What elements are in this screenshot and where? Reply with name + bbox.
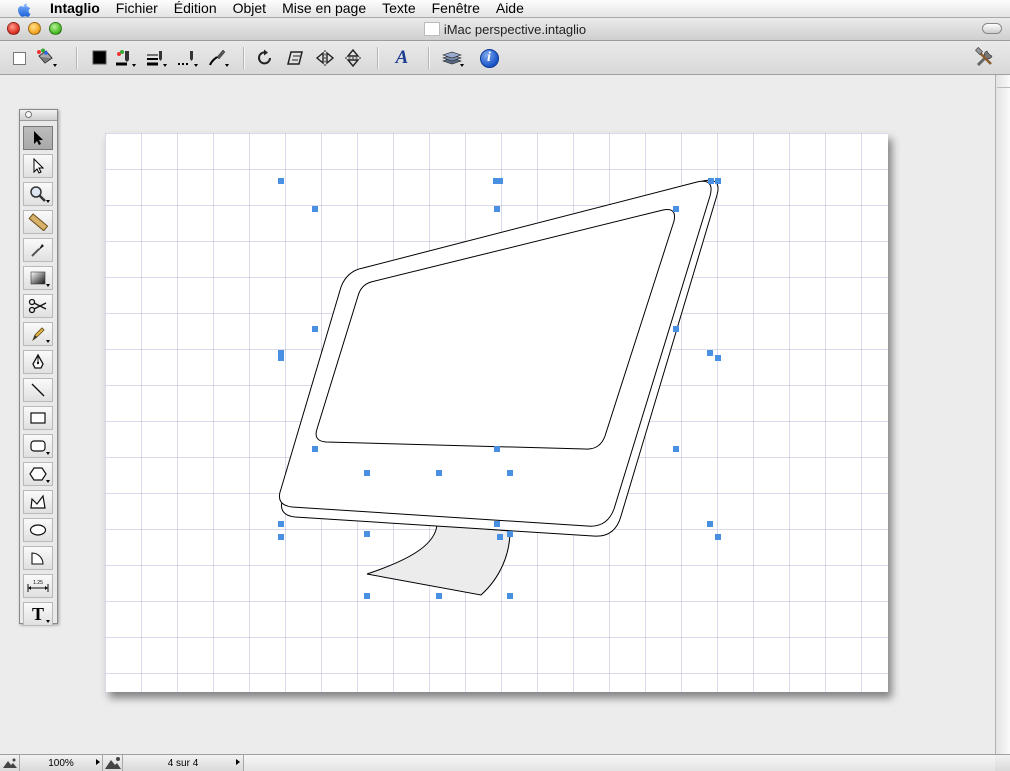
dimension-label: 1.25	[33, 580, 43, 586]
fill-bucket-icon[interactable]	[34, 46, 58, 70]
arc-icon[interactable]	[23, 546, 53, 570]
flip-horizontal-icon[interactable]	[313, 46, 337, 70]
text-style-icon[interactable]: A	[390, 46, 414, 70]
palette-close-button[interactable]	[25, 111, 32, 118]
zoom-out-icon[interactable]	[0, 755, 20, 771]
menu-objet[interactable]: Objet	[225, 0, 274, 17]
menu-edition[interactable]: Édition	[166, 0, 225, 17]
freehand-shape-icon[interactable]	[23, 490, 53, 514]
ruler-icon[interactable]	[23, 210, 53, 234]
text-icon[interactable]: T	[23, 602, 53, 626]
page-navigator-popup[interactable]: 4 sur 4	[123, 755, 244, 771]
page-indicator: 4 sur 4	[167, 757, 199, 769]
no-fill-checkbox[interactable]	[8, 46, 32, 70]
brush-stroke-icon[interactable]	[206, 46, 230, 70]
apple-menu-icon[interactable]	[14, 0, 34, 17]
vertical-scrollbar[interactable]	[995, 75, 1010, 754]
toolbar: A i	[0, 41, 1010, 75]
document-page[interactable]	[105, 133, 888, 692]
scissors-icon[interactable]	[23, 294, 53, 318]
pen-icon[interactable]	[23, 350, 53, 374]
stroke-color-swatch[interactable]	[88, 46, 112, 70]
horizontal-scrollbar[interactable]	[244, 755, 995, 771]
text-style-glyph: A	[395, 47, 409, 68]
stroke-width-icon[interactable]	[144, 46, 168, 70]
polygon-icon[interactable]	[23, 462, 53, 486]
menu-app-intaglio[interactable]: Intaglio	[44, 0, 108, 17]
dash-style-icon[interactable]	[175, 46, 199, 70]
zoom-popup-arrow-icon	[96, 759, 100, 765]
tools-customize-icon[interactable]	[973, 46, 997, 70]
layers-icon[interactable]	[441, 46, 465, 70]
ellipse-icon[interactable]	[23, 518, 53, 542]
skew-icon[interactable]	[283, 46, 307, 70]
scroll-up-arrow[interactable]	[997, 75, 1010, 88]
zoom-level-value: 100%	[48, 757, 74, 769]
pencil-icon[interactable]	[23, 322, 53, 346]
document-proxy-icon[interactable]	[423, 22, 440, 36]
toolbar-toggle-button[interactable]	[982, 23, 1002, 34]
tool-palette[interactable]: 1.25 T	[19, 109, 58, 626]
line-icon[interactable]	[23, 378, 53, 402]
direct-select-icon[interactable]	[23, 154, 53, 178]
window-titlebar[interactable]: iMac perspective.intaglio	[0, 18, 1010, 41]
selection-arrow-icon[interactable]	[23, 126, 53, 150]
menu-mise-en-page[interactable]: Mise en page	[274, 0, 374, 17]
page-popup-arrow-icon	[236, 759, 240, 765]
zoom-in-icon[interactable]	[103, 755, 123, 771]
zoom-icon[interactable]	[23, 182, 53, 206]
info-icon[interactable]: i	[477, 46, 501, 70]
status-bar: 100% 4 sur 4	[0, 754, 1010, 771]
gradient-icon[interactable]	[23, 266, 53, 290]
dimension-icon[interactable]: 1.25	[23, 574, 53, 598]
drawing-canvas[interactable]	[105, 133, 888, 692]
flip-vertical-icon[interactable]	[341, 46, 365, 70]
menu-fenetre[interactable]: Fenêtre	[424, 0, 488, 17]
menu-texte[interactable]: Texte	[374, 0, 423, 17]
eyedropper-icon[interactable]	[23, 238, 53, 262]
window-title: iMac perspective.intaglio	[0, 18, 1010, 40]
text-tool-glyph: T	[31, 603, 44, 624]
palette-titlebar[interactable]	[20, 110, 57, 121]
info-glyph: i	[487, 50, 491, 65]
rotate-icon[interactable]	[253, 46, 277, 70]
window-title-text: iMac perspective.intaglio	[443, 21, 587, 37]
rounded-rectangle-icon[interactable]	[23, 434, 53, 458]
menu-bar: Intaglio Fichier Édition Objet Mise en p…	[0, 0, 1010, 18]
menu-aide[interactable]: Aide	[488, 0, 532, 17]
rectangle-icon[interactable]	[23, 406, 53, 430]
stroke-color-picker-icon[interactable]	[113, 46, 137, 70]
zoom-level-popup[interactable]: 100%	[20, 755, 103, 771]
menu-fichier[interactable]: Fichier	[108, 0, 166, 17]
